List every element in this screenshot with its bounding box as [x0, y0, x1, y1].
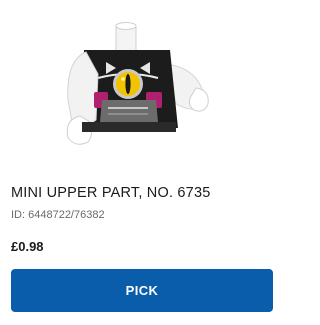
pick-button[interactable]: PICK — [11, 269, 273, 312]
minifigure-torso-icon — [66, 22, 209, 145]
product-price: £0.98 — [11, 239, 44, 254]
product-image[interactable] — [58, 4, 224, 164]
product-card: MINI UPPER PART, NO. 6735 ID: 6448722/76… — [0, 0, 282, 325]
product-id: ID: 6448722/76382 — [11, 209, 105, 221]
product-name[interactable]: MINI UPPER PART, NO. 6735 — [11, 185, 210, 201]
